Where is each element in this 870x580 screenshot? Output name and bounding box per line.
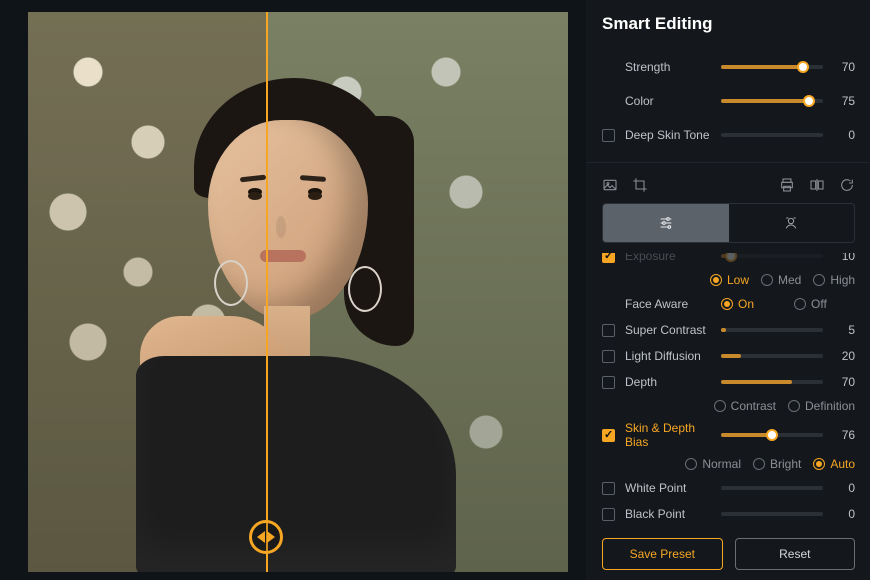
slider-label: Face Aware (625, 297, 711, 311)
skinbias-options: Normal Bright Auto (602, 457, 855, 471)
slider-value: 0 (833, 481, 855, 495)
smart-editing-panel: Smart Editing Strength 70 Color 75 Deep … (586, 0, 870, 580)
depth-options: Contrast Definition (602, 399, 855, 413)
slider-label: Depth (625, 375, 711, 389)
slider-label: Deep Skin Tone (625, 128, 711, 142)
slider-label: Exposure (625, 253, 711, 263)
slider-label: White Point (625, 481, 711, 495)
depth-definition[interactable]: Definition (788, 399, 855, 413)
exposure-low[interactable]: Low (710, 273, 749, 287)
faceaware-off[interactable]: Off (794, 297, 827, 311)
whitepoint-checkbox[interactable] (602, 482, 615, 495)
strength-slider[interactable] (721, 65, 823, 69)
depth-slider[interactable] (721, 380, 823, 384)
skinbias-slider[interactable] (721, 433, 823, 437)
slider-whitepoint: White Point 0 (602, 479, 855, 497)
slider-value: 70 (833, 60, 855, 74)
supercontrast-slider[interactable] (721, 328, 823, 332)
faceaware-on[interactable]: On (721, 297, 754, 311)
depth-contrast[interactable]: Contrast (714, 399, 776, 413)
supercontrast-checkbox[interactable] (602, 324, 615, 337)
blackpoint-checkbox[interactable] (602, 508, 615, 521)
mode-tabs (602, 203, 855, 243)
slider-value: 70 (833, 375, 855, 389)
skin-auto[interactable]: Auto (813, 457, 855, 471)
adjustments-list: ▶ Exposure 10 Low Med High Face Aware On… (602, 253, 855, 530)
slider-deepskin: Deep Skin Tone 0 (602, 126, 855, 144)
skin-bright[interactable]: Bright (753, 457, 801, 471)
slider-value: 76 (833, 428, 855, 442)
slider-label: Skin & Depth Bias (625, 421, 711, 449)
slider-supercontrast: Super Contrast 5 (602, 321, 855, 339)
exposure-high[interactable]: High (813, 273, 855, 287)
deepskin-slider[interactable] (721, 133, 823, 137)
panel-actions: Save Preset Reset (602, 538, 855, 570)
slider-label: Light Diffusion (625, 349, 711, 363)
slider-lightdiffusion: Light Diffusion 20 (602, 347, 855, 365)
comparison-divider (266, 12, 268, 572)
exposure-med[interactable]: Med (761, 273, 801, 287)
exposure-slider[interactable] (721, 254, 823, 258)
skinbias-checkbox[interactable] (602, 429, 615, 442)
crop-icon[interactable] (632, 177, 648, 193)
skin-normal[interactable]: Normal (685, 457, 741, 471)
slider-value: 10 (833, 253, 855, 263)
slider-label: Strength (625, 60, 711, 74)
toolbar (602, 177, 855, 193)
slider-strength: Strength 70 (602, 58, 855, 76)
depth-checkbox[interactable] (602, 376, 615, 389)
save-preset-button[interactable]: Save Preset (602, 538, 723, 570)
slider-value: 0 (833, 507, 855, 521)
rotate-icon[interactable] (839, 177, 855, 193)
slider-blackpoint: Black Point 0 (602, 505, 855, 523)
slider-value: 75 (833, 94, 855, 108)
preview-pane (0, 0, 586, 580)
slider-label: Super Contrast (625, 323, 711, 337)
slider-exposure: Exposure 10 (602, 253, 855, 265)
slider-label: Color (625, 94, 711, 108)
slider-value: 20 (833, 349, 855, 363)
slider-depth: Depth 70 (602, 373, 855, 391)
slider-value: 0 (833, 128, 855, 142)
image-icon[interactable] (602, 177, 618, 193)
reset-button[interactable]: Reset (735, 538, 856, 570)
exposure-options: Low Med High (710, 273, 855, 287)
exposure-checkbox[interactable] (602, 253, 615, 263)
slider-color: Color 75 (602, 92, 855, 110)
panel-title: Smart Editing (602, 14, 855, 34)
slider-label: Black Point (625, 507, 711, 521)
lightdiffusion-checkbox[interactable] (602, 350, 615, 363)
comparison-handle[interactable] (249, 520, 283, 554)
blackpoint-slider[interactable] (721, 512, 823, 516)
lightdiffusion-slider[interactable] (721, 354, 823, 358)
whitepoint-slider[interactable] (721, 486, 823, 490)
deepskin-checkbox[interactable] (602, 129, 615, 142)
slider-skinbias: Skin & Depth Bias 76 (602, 421, 855, 449)
tab-adjustments[interactable] (603, 204, 729, 242)
tab-portrait[interactable] (729, 204, 855, 242)
comparison-photo (28, 12, 568, 572)
faceaware-row: Face Aware On Off (602, 295, 855, 313)
slider-value: 5 (833, 323, 855, 337)
compare-icon[interactable] (809, 177, 825, 193)
photo-subject (148, 60, 448, 540)
print-icon[interactable] (779, 177, 795, 193)
color-slider[interactable] (721, 99, 823, 103)
